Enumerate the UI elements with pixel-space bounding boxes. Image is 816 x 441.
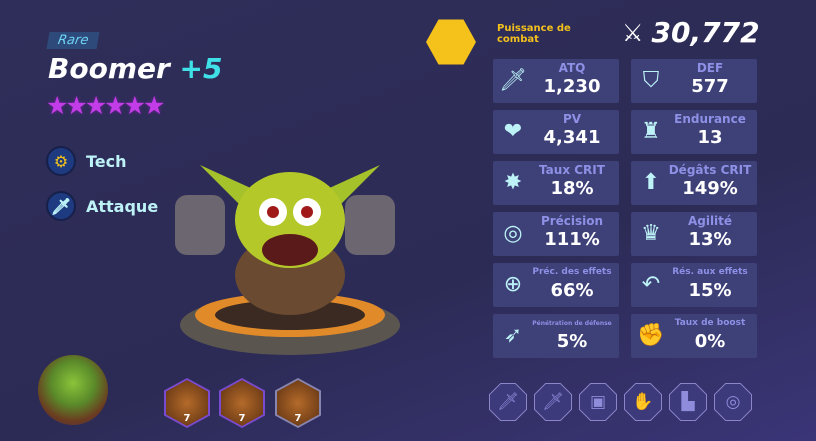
pierced-shield-icon: ➶ [503, 323, 523, 348]
stat-label: Taux de boost [674, 318, 746, 328]
stat-label: DEF [696, 61, 724, 75]
stat-card-d-g-ts-crit: ⬆ Dégâts CRIT 149% [631, 161, 757, 205]
crosshair-icon: ⊕ [503, 272, 523, 297]
stat-card-pr-cision: ◎ Précision 111% [493, 212, 619, 256]
stat-label: Rés. aux effets [672, 267, 748, 277]
target-icon: ◎ [503, 221, 523, 246]
trait-role[interactable]: 🗡 Attaque [46, 191, 158, 221]
sword-icon: 🗡 [46, 191, 76, 221]
fist-icon: ✊ [637, 323, 665, 348]
equip-slot-ring[interactable]: ◎ [714, 383, 752, 421]
stat-value: 149% [682, 178, 738, 199]
stat-card-taux-crit: ✸ Taux CRIT 18% [493, 161, 619, 205]
stat-value: 1,230 [543, 76, 601, 97]
skill-level: 7 [238, 413, 246, 424]
sword-icon: 🗡 [490, 384, 526, 420]
stat-card-atq: 🗡 ATQ 1,230 [493, 59, 619, 103]
ring-icon: ◎ [715, 384, 751, 420]
stat-card-r-s-aux-effets: ↶ Rés. aux effets 15% [631, 263, 757, 307]
stat-value: 111% [544, 229, 600, 250]
stat-card-agilit-: ♛ Agilité 13% [631, 212, 757, 256]
combat-power-value: 30,772 [651, 16, 760, 49]
boot-icon: ▙ [670, 384, 706, 420]
stat-value: 0% [694, 331, 726, 352]
crossed-swords-icon: ⚔ [622, 18, 644, 47]
stat-card-endurance: ♜ Endurance 13 [631, 110, 757, 154]
stat-value: 13% [688, 229, 732, 250]
sword-icon: 🗡 [535, 384, 571, 420]
stat-label: PV [562, 112, 582, 126]
stat-label: ATQ [558, 61, 586, 75]
equip-slot-weapon-1[interactable]: 🗡 [489, 383, 527, 421]
skill-level: 7 [294, 413, 302, 424]
stat-card-def: ⛉ DEF 577 [631, 59, 757, 103]
hero-model [175, 165, 400, 355]
equip-slot-boots[interactable]: ▙ [669, 383, 707, 421]
hero-portrait-avatar[interactable] [38, 355, 108, 425]
sword-icon: 🗡 [499, 68, 527, 93]
equip-slot-gloves[interactable]: ✋ [624, 383, 662, 421]
skill-slot-1[interactable]: 7 [164, 378, 210, 428]
crown-swirl-icon: ♛ [641, 221, 661, 246]
castle-shield-icon: ♜ [641, 119, 661, 144]
skill-level: 7 [183, 413, 191, 424]
stat-card-pv: ❤ PV 4,341 [493, 110, 619, 154]
hero-name: Boomer +5 [48, 52, 223, 85]
stat-card-taux-de-boost: ✊ Taux de boost 0% [631, 314, 757, 358]
return-arrow-icon: ↶ [641, 272, 661, 297]
skill-slot-3[interactable]: 7 [275, 378, 321, 428]
heart-icon: ❤ [503, 119, 523, 144]
star-rating: ★★★★★★ [46, 91, 165, 120]
armor-icon: ▣ [580, 384, 616, 420]
stat-label: Pénétration de défense [532, 320, 612, 327]
stat-card-p-n-tration-de-d-fense: ➶ Pénétration de défense 5% [493, 314, 619, 358]
hero-name-text: Boomer [48, 52, 170, 85]
stat-value: 13 [697, 127, 723, 148]
combat-power-hex-icon [426, 19, 476, 65]
equip-slot-armor[interactable]: ▣ [579, 383, 617, 421]
stat-label: Agilité [687, 214, 733, 228]
gear-icon: ⚙ [46, 146, 76, 176]
trait-type[interactable]: ⚙ Tech [46, 146, 127, 176]
burst-icon: ✸ [503, 170, 523, 195]
glove-icon: ✋ [625, 384, 661, 420]
stat-value: 66% [550, 280, 594, 301]
trait-label: Tech [86, 151, 127, 171]
shield-icon: ⛉ [642, 68, 660, 93]
stat-card-pr-c-des-effets: ⊕ Préc. des effets 66% [493, 263, 619, 307]
rarity-badge: Rare [46, 32, 100, 49]
hero-level: +5 [179, 52, 223, 85]
stat-label: Préc. des effets [532, 267, 612, 277]
equip-slot-weapon-2[interactable]: 🗡 [534, 383, 572, 421]
stat-value: 18% [550, 178, 594, 199]
stat-value: 15% [688, 280, 732, 301]
combat-power-label: Puissance de combat [497, 23, 571, 45]
stat-value: 4,341 [543, 127, 601, 148]
stat-label: Endurance [674, 112, 746, 126]
combat-power: ⚔ 30,772 [622, 16, 760, 49]
arrow-up-icon: ⬆ [641, 170, 661, 195]
stat-value: 577 [691, 76, 729, 97]
skill-slot-2[interactable]: 7 [219, 378, 265, 428]
stat-value: 5% [556, 331, 588, 352]
stat-label: Précision [540, 214, 604, 228]
trait-label: Attaque [86, 196, 159, 216]
stat-label: Taux CRIT [539, 163, 605, 177]
stat-label: Dégâts CRIT [668, 163, 752, 177]
